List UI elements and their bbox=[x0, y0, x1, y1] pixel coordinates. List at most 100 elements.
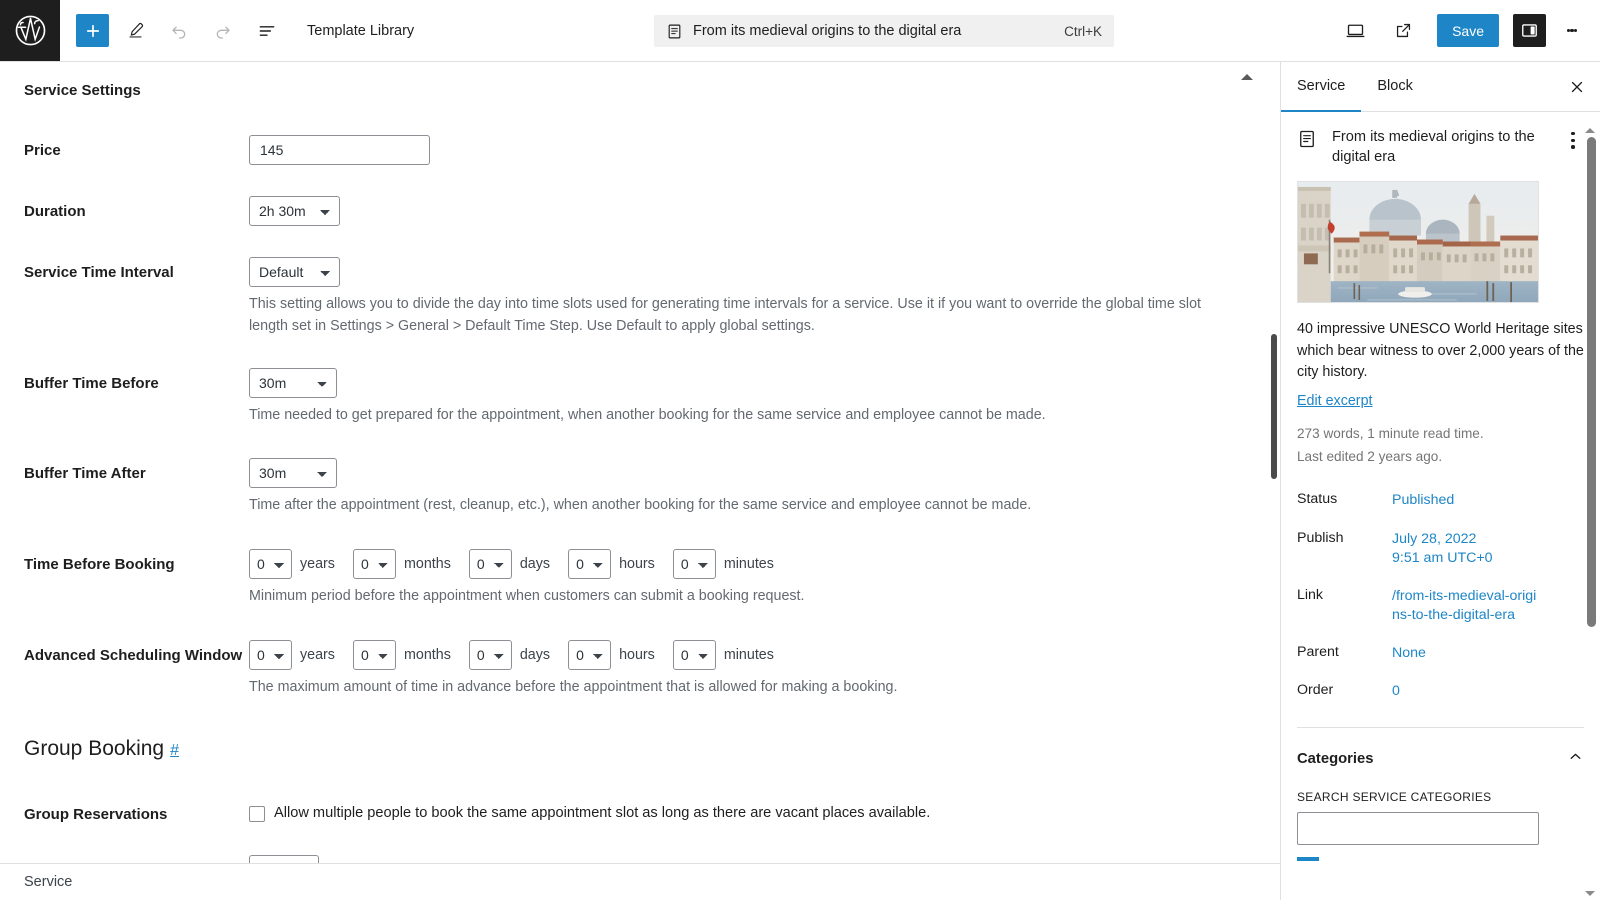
wordpress-editor: Template Library From its medieval origi… bbox=[0, 0, 1600, 900]
order-value[interactable]: 0 bbox=[1392, 682, 1400, 701]
top-bar-right-actions: Save bbox=[1327, 13, 1600, 49]
parent-value[interactable]: None bbox=[1392, 644, 1426, 663]
service-time-interval-label: Service Time Interval bbox=[24, 264, 174, 281]
search-categories-input[interactable] bbox=[1297, 811, 1539, 845]
service-time-interval-help: This setting allows you to divide the da… bbox=[249, 296, 1201, 334]
advanced-scheduling-window-label: Advanced Scheduling Window bbox=[24, 646, 243, 664]
tbb-months-select[interactable]: 0 bbox=[352, 548, 396, 579]
wordpress-logo-icon[interactable] bbox=[0, 0, 60, 61]
time-before-booking-steppers: 0 years 0 months 0 days 0 hours 0 minute… bbox=[249, 548, 1256, 579]
duration-label: Duration bbox=[24, 203, 86, 220]
field-row-buffer-after: Buffer Time After 30m Time after the app… bbox=[24, 458, 1256, 517]
tbb-months-unit: months bbox=[403, 555, 451, 572]
list-view-button[interactable] bbox=[249, 13, 285, 49]
link-key: Link bbox=[1297, 586, 1324, 603]
post-title: From its medieval origins to the digital… bbox=[1332, 129, 1535, 165]
meta-row-parent: Parent None bbox=[1297, 644, 1584, 663]
command-palette-bar[interactable]: From its medieval origins to the digital… bbox=[654, 15, 1114, 47]
buffer-after-help: Time after the appointment (rest, cleanu… bbox=[249, 497, 1032, 514]
field-row-price: Price bbox=[24, 135, 1256, 165]
tbb-minutes-select[interactable]: 0 bbox=[672, 548, 716, 579]
word-count-text: 273 words, 1 minute read time. bbox=[1297, 425, 1484, 441]
command-bar-shortcut: Ctrl+K bbox=[1064, 23, 1102, 39]
page-icon bbox=[666, 23, 683, 40]
link-value[interactable]: /from-its-medieval-origins-to-the-digita… bbox=[1392, 587, 1542, 625]
undo-arrow-icon[interactable] bbox=[161, 13, 197, 49]
time-before-booking-label: Time Before Booking bbox=[24, 555, 175, 573]
status-badge[interactable]: Published bbox=[1392, 491, 1454, 510]
buffer-after-label: Buffer Time After bbox=[24, 465, 146, 483]
editor-body: Service Settings Price Duration 2h 30m bbox=[0, 62, 1600, 900]
group-booking-heading: Group Booking # bbox=[24, 737, 1256, 761]
asw-days-select[interactable]: 0 bbox=[468, 639, 512, 670]
asw-days-unit: days bbox=[519, 646, 551, 663]
redo-arrow-icon[interactable] bbox=[205, 13, 241, 49]
chevron-up-icon bbox=[1567, 748, 1584, 770]
asw-months-select[interactable]: 0 bbox=[352, 639, 396, 670]
tab-block[interactable]: Block bbox=[1361, 62, 1428, 112]
post-excerpt: 40 impressive UNESCO World Heritage site… bbox=[1297, 321, 1584, 381]
sidebar-tabs: Service Block bbox=[1281, 62, 1600, 112]
sidebar-scroll-down-arrow-icon[interactable] bbox=[1585, 891, 1595, 896]
editor-canvas: Service Settings Price Duration 2h 30m bbox=[0, 62, 1281, 900]
breadcrumb-item-service[interactable]: Service bbox=[24, 874, 72, 890]
group-reservations-checkbox[interactable] bbox=[249, 806, 265, 823]
post-summary-header: From its medieval origins to the digital… bbox=[1297, 112, 1584, 167]
edit-excerpt-link[interactable]: Edit excerpt bbox=[1297, 393, 1373, 409]
tbb-hours-select[interactable]: 0 bbox=[568, 548, 612, 579]
publish-date: July 28, 2022 bbox=[1392, 530, 1477, 547]
asw-months-unit: months bbox=[403, 646, 451, 663]
duration-select[interactable]: 2h 30m bbox=[249, 196, 340, 226]
group-booking-anchor-link[interactable]: # bbox=[170, 742, 179, 760]
add-block-button[interactable] bbox=[76, 14, 109, 47]
category-checkbox-partial[interactable] bbox=[1297, 856, 1319, 861]
sidebar-content: From its medieval origins to the digital… bbox=[1281, 112, 1600, 900]
service-settings-form: Service Settings Price Duration 2h 30m bbox=[0, 62, 1280, 900]
asw-years-unit: years bbox=[300, 646, 335, 663]
desktop-preview-icon[interactable] bbox=[1337, 13, 1373, 49]
asw-minutes-select[interactable]: 0 bbox=[672, 639, 716, 670]
field-row-service-time-interval: Service Time Interval Default This setti… bbox=[24, 257, 1256, 337]
asw-minutes-unit: minutes bbox=[723, 646, 774, 663]
asw-hours-select[interactable]: 0 bbox=[568, 639, 612, 670]
buffer-after-select[interactable]: 30m bbox=[249, 458, 337, 489]
asw-years-select[interactable]: 0 bbox=[249, 639, 292, 670]
field-row-advanced-scheduling-window: Advanced Scheduling Window 0 years 0 mon… bbox=[24, 639, 1256, 699]
breadcrumb: Service bbox=[0, 863, 1280, 900]
advanced-scheduling-window-steppers: 0 years 0 months 0 days 0 hours 0 minute… bbox=[249, 639, 1256, 670]
view-external-link-icon[interactable] bbox=[1385, 13, 1421, 49]
service-time-interval-select[interactable]: Default bbox=[249, 257, 340, 287]
publish-key: Publish bbox=[1297, 529, 1344, 546]
page-title: Service Settings bbox=[24, 82, 141, 99]
settings-sidebar-toggle[interactable] bbox=[1513, 14, 1546, 47]
meta-row-link: Link /from-its-medieval-origins-to-the-d… bbox=[1297, 587, 1584, 625]
tbb-minutes-unit: minutes bbox=[723, 555, 774, 572]
edit-tool-button[interactable] bbox=[117, 13, 153, 49]
tab-service[interactable]: Service bbox=[1281, 62, 1362, 112]
post-options-kebab-menu-icon[interactable] bbox=[1562, 128, 1584, 151]
save-button[interactable]: Save bbox=[1437, 14, 1499, 47]
document-title: Template Library bbox=[307, 22, 415, 39]
tbb-days-unit: days bbox=[519, 555, 551, 572]
categories-panel-header[interactable]: Categories bbox=[1297, 728, 1584, 770]
publish-date-value[interactable]: July 28, 2022 9:51 am UTC+0 bbox=[1392, 530, 1493, 568]
options-kebab-menu-icon[interactable] bbox=[1558, 14, 1586, 47]
tbb-years-select[interactable]: 0 bbox=[249, 548, 292, 579]
buffer-before-label: Buffer Time Before bbox=[24, 375, 159, 393]
field-row-group-reservations: Group Reservations Allow multiple people… bbox=[24, 799, 1256, 824]
tbb-days-select[interactable]: 0 bbox=[468, 548, 512, 579]
featured-image-thumbnail[interactable] bbox=[1297, 181, 1539, 304]
price-label: Price bbox=[24, 142, 61, 159]
buffer-before-help: Time needed to get prepared for the appo… bbox=[249, 407, 1046, 424]
last-edited-text: Last edited 2 years ago. bbox=[1297, 449, 1443, 465]
search-categories-label: SEARCH SERVICE CATEGORIES bbox=[1297, 789, 1492, 804]
price-input[interactable] bbox=[249, 135, 430, 165]
order-key: Order bbox=[1297, 681, 1334, 698]
command-bar-label: From its medieval origins to the digital… bbox=[693, 23, 962, 39]
categories-title: Categories bbox=[1297, 750, 1374, 767]
editor-top-bar: Template Library From its medieval origi… bbox=[0, 0, 1600, 62]
buffer-before-select[interactable]: 30m bbox=[249, 368, 337, 399]
close-icon[interactable] bbox=[1554, 62, 1600, 111]
sidebar-scrollbar-thumb[interactable] bbox=[1587, 137, 1596, 627]
publish-time: 9:51 am UTC+0 bbox=[1392, 549, 1493, 566]
